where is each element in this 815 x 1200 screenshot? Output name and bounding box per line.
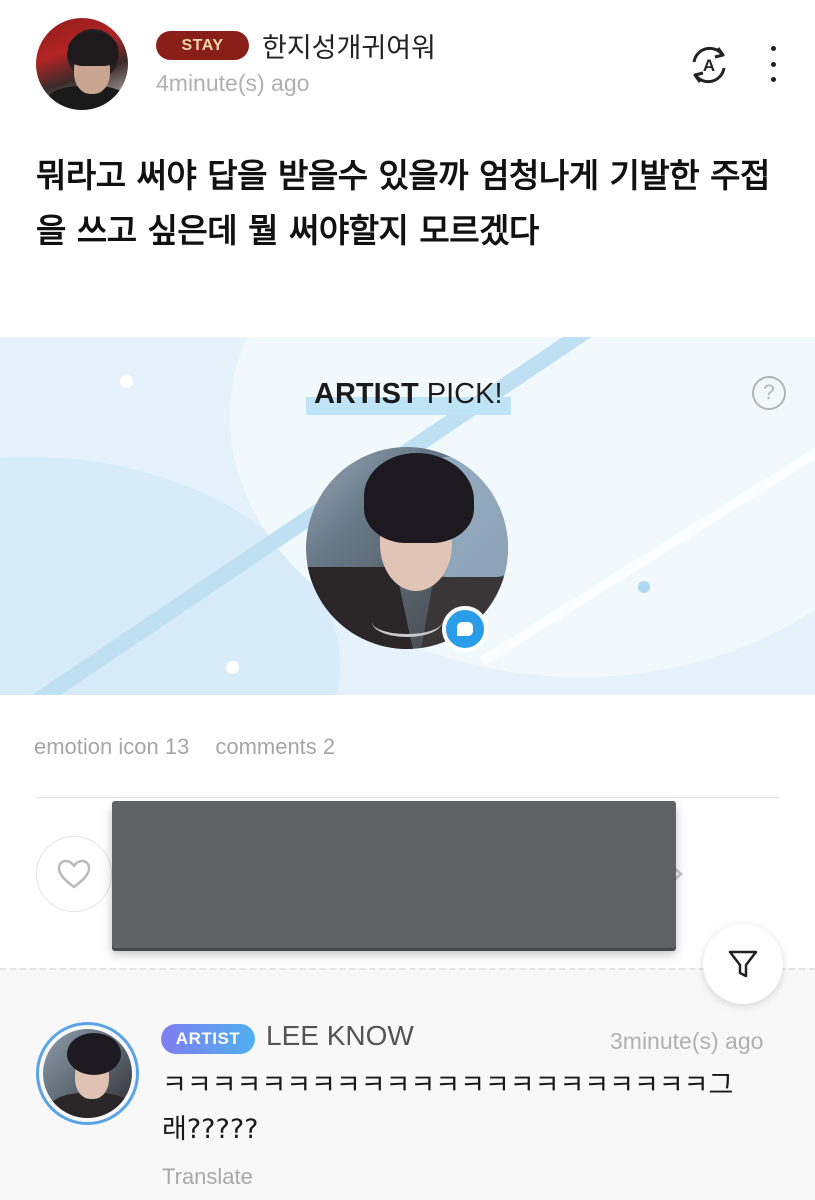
fan-badge: STAY <box>156 31 249 60</box>
filter-button[interactable] <box>703 924 783 1004</box>
author-avatar[interactable] <box>36 18 128 110</box>
artist-pick-title: ARTIST PICK! <box>306 375 511 415</box>
commenter-name[interactable]: LEE KNOW <box>266 1020 414 1052</box>
translate-icon[interactable]: A <box>684 40 734 90</box>
heart-icon <box>57 859 91 889</box>
svg-text:A: A <box>703 56 715 75</box>
artist-badge: ARTIST <box>161 1024 255 1054</box>
more-options-icon[interactable] <box>760 46 786 82</box>
emotion-count[interactable]: emotion icon 13 <box>34 734 189 759</box>
like-button[interactable] <box>36 836 112 912</box>
chat-bubble-icon <box>442 606 488 652</box>
divider <box>36 797 779 798</box>
comment-text: ㅋㅋㅋㅋㅋㅋㅋㅋㅋㅋㅋㅋㅋㅋㅋㅋㅋㅋㅋㅋㅋㅋ그래????? <box>162 1070 734 1145</box>
help-icon[interactable]: ? <box>752 376 786 410</box>
comment-count[interactable]: comments 2 <box>215 734 335 759</box>
translate-link[interactable]: Translate <box>162 1164 253 1190</box>
author-name[interactable]: 한지성개귀여워 <box>262 26 436 65</box>
filter-icon <box>728 950 758 978</box>
comment-timestamp: 3minute(s) ago <box>610 1028 764 1054</box>
post-content: 뭐라고 써야 답을 받을수 있을까 엄청나게 기발한 주접을 쓰고 싶은데 뭘 … <box>36 156 770 250</box>
post-header: STAY 한지성개귀여워 4minute(s) ago A <box>0 0 815 130</box>
redaction-overlay <box>112 801 676 948</box>
post-stats: emotion icon 13 comments 2 <box>34 734 335 760</box>
post-timestamp: 4minute(s) ago <box>156 70 310 96</box>
commenter-avatar[interactable] <box>36 1022 139 1125</box>
